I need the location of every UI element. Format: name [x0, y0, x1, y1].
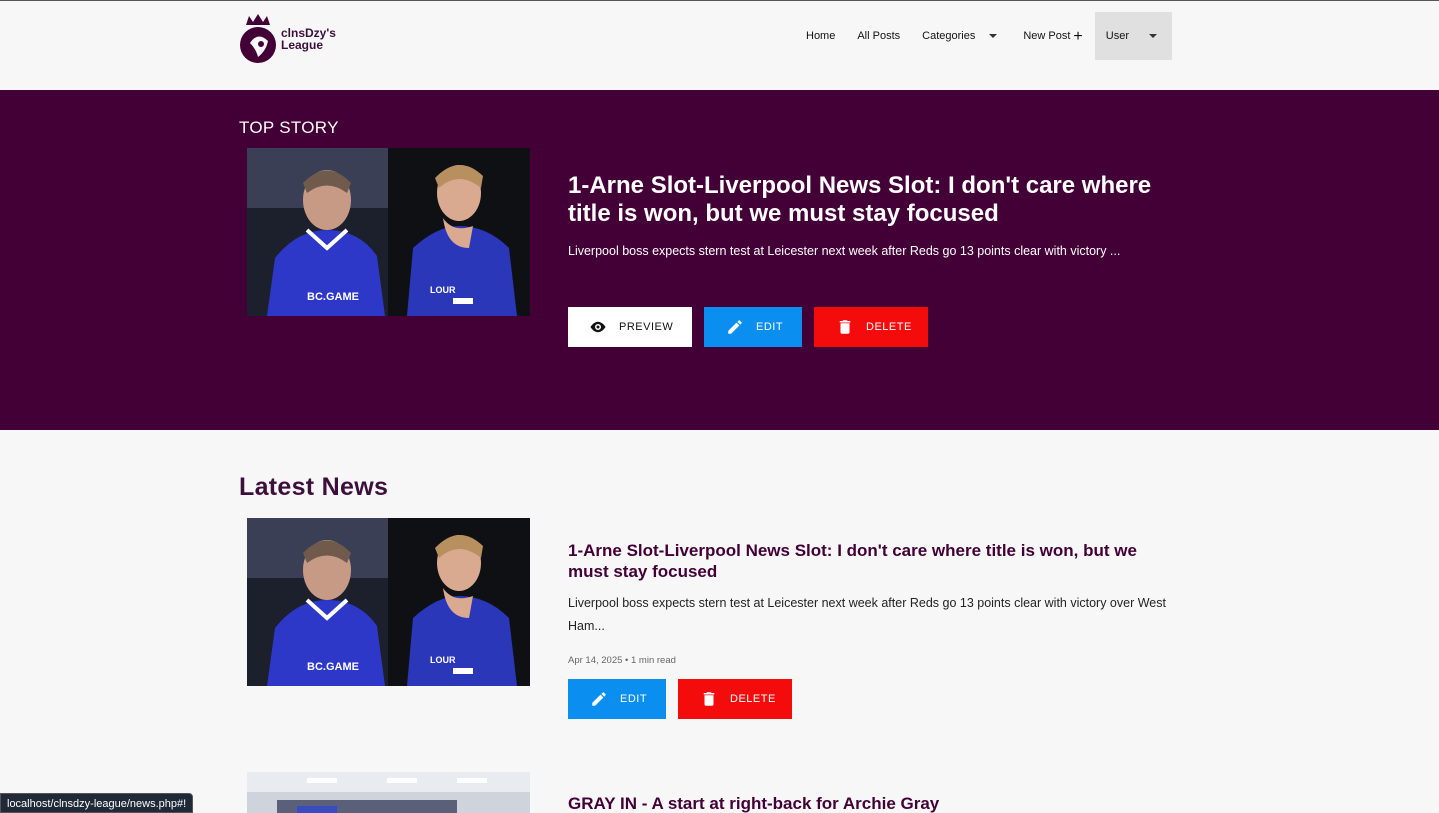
site-logo[interactable]: clnsDzy's League — [238, 12, 348, 66]
nav-user-label: User — [1105, 30, 1129, 42]
edit-button[interactable]: EDIT — [568, 679, 666, 719]
delete-button[interactable]: DELETE — [814, 307, 928, 347]
right-jersey-text: LOUR — [430, 655, 456, 665]
edit-label: EDIT — [756, 321, 784, 333]
top-story-section: TOP STORY BC.GAME LOUR 1-Arne Slot-Liver… — [0, 90, 1439, 430]
latest-news-heading: Latest News — [239, 473, 389, 501]
caret-down-icon — [989, 34, 998, 38]
site-name-line2: League — [281, 38, 324, 52]
caret-down-icon — [1149, 34, 1157, 38]
trash-icon — [703, 692, 715, 706]
nav-categories-label: Categories — [922, 30, 976, 42]
article-title[interactable]: 1-Arne Slot-Liverpool News Slot: I don't… — [568, 540, 1168, 582]
right-jersey-text: LOUR — [430, 285, 456, 295]
nav-categories-dropdown[interactable]: Categories — [922, 12, 998, 60]
main-nav: Home All Posts Categories New Post + Use… — [790, 12, 1172, 60]
pencil-icon — [592, 692, 606, 706]
article-title[interactable]: GRAY IN - A start at right-back for Arch… — [568, 793, 1168, 813]
nav-all-posts[interactable]: All Posts — [857, 12, 900, 60]
article-image[interactable]: BC.GAME LOUR — [247, 518, 530, 686]
lion-crown-logo-icon — [240, 14, 276, 63]
plus-icon: + — [1073, 27, 1083, 45]
top-story-title[interactable]: 1-Arne Slot-Liverpool News Slot: I don't… — [568, 172, 1168, 228]
preview-label: PREVIEW — [619, 321, 674, 333]
site-header: clnsDzy's League Home All Posts Categori… — [0, 1, 1439, 90]
stadium-photo-icon — [247, 772, 530, 813]
trash-icon — [839, 320, 851, 334]
article-excerpt: Liverpool boss expects stern test at Lei… — [568, 596, 1166, 633]
players-photo-icon: BC.GAME LOUR — [247, 518, 530, 686]
nav-user-dropdown[interactable]: User — [1094, 12, 1172, 60]
nav-home[interactable]: Home — [806, 12, 835, 60]
delete-label: DELETE — [730, 693, 776, 705]
edit-button[interactable]: EDIT — [704, 307, 802, 347]
left-jersey-text: BC.GAME — [307, 661, 359, 673]
site-name: clnsDzy's League — [281, 27, 336, 51]
nav-new-post[interactable]: New Post + — [1023, 12, 1082, 60]
top-story-excerpt: Liverpool boss expects stern test at Lei… — [568, 244, 1121, 258]
article-meta: Apr 14, 2025 • 1 min read — [568, 655, 676, 666]
left-jersey-text: BC.GAME — [307, 291, 359, 303]
eye-icon — [590, 321, 606, 333]
edit-label: EDIT — [620, 693, 648, 705]
top-story-label: TOP STORY — [239, 118, 339, 137]
pencil-icon — [728, 320, 742, 334]
delete-label: DELETE — [866, 321, 912, 333]
delete-button[interactable]: DELETE — [678, 679, 792, 719]
article-image[interactable] — [247, 772, 530, 813]
status-bar-url: localhost/clnsdzy-league/news.php#! — [0, 793, 194, 813]
preview-button[interactable]: PREVIEW — [568, 307, 692, 347]
nav-new-post-label: New Post — [1023, 30, 1071, 42]
players-photo-icon: BC.GAME LOUR — [247, 148, 530, 316]
top-story-image[interactable]: BC.GAME LOUR — [247, 148, 530, 316]
